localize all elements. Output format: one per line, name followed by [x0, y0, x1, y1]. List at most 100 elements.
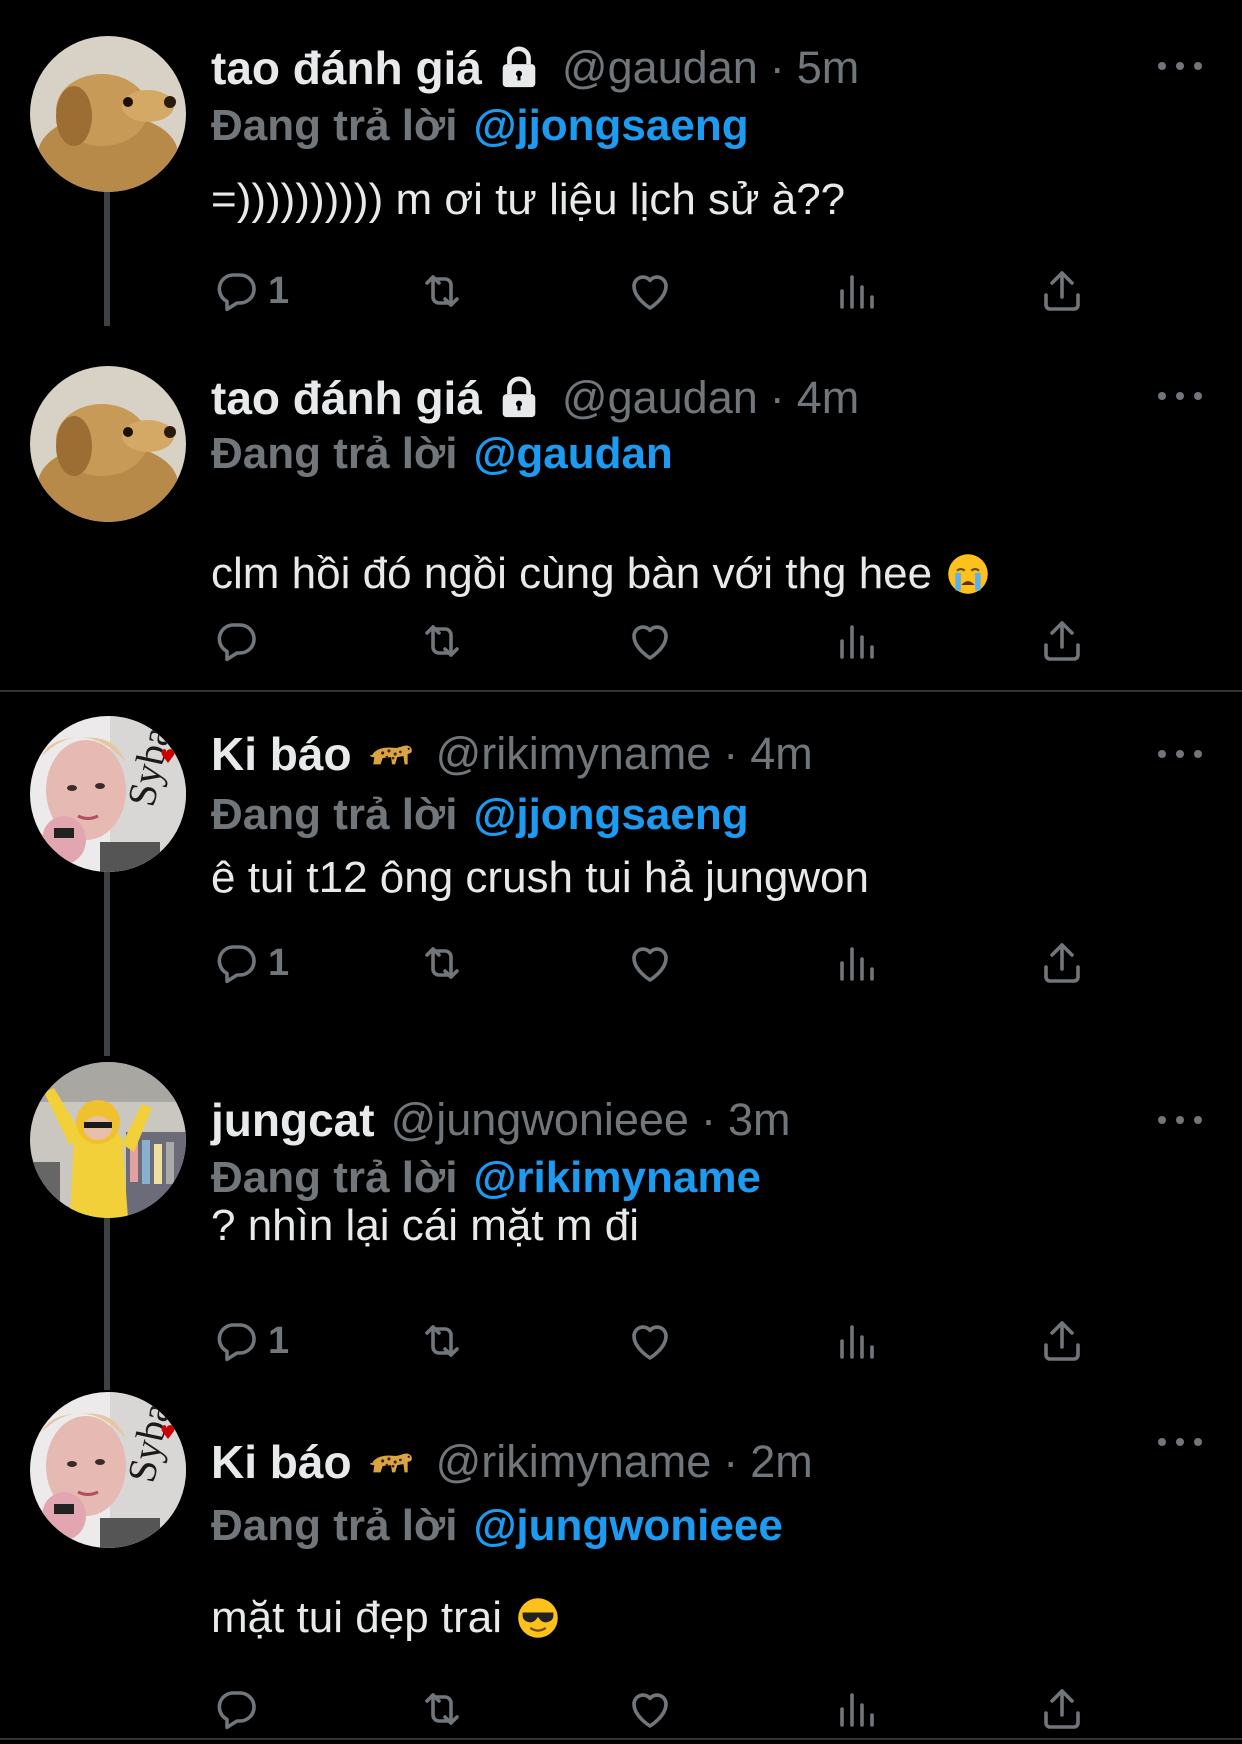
timestamp[interactable]: 4m [750, 728, 813, 780]
avatar[interactable] [30, 36, 186, 192]
views-icon [832, 267, 880, 315]
reply-button[interactable]: 1 [212, 938, 289, 988]
share-button[interactable] [1038, 938, 1086, 988]
timestamp[interactable]: 3m [728, 1094, 791, 1146]
reply-button[interactable]: 1 [212, 266, 289, 316]
views-button[interactable] [832, 616, 880, 666]
retweet-button[interactable] [418, 1316, 466, 1366]
tweet-body: ? nhìn lại cái mặt m đi [211, 1201, 639, 1250]
reply-button[interactable]: 1 [212, 1316, 289, 1366]
tweet-text: mặt tui đẹp trai [211, 1588, 560, 1648]
heart-icon [626, 267, 674, 315]
display-name[interactable]: tao đánh giá [211, 371, 482, 425]
views-button[interactable] [832, 938, 880, 988]
display-name[interactable]: tao đánh giá [211, 41, 482, 95]
tweet[interactable]: jungcat @jungwonieee · 3m Đang trả lời @… [0, 1062, 1242, 1392]
tweet[interactable]: tao đánh giá @gaudan · 4m Đang trả lời @… [0, 330, 1242, 690]
retweet-button[interactable] [418, 1684, 466, 1734]
user-handle[interactable]: @jungwonieee [391, 1094, 689, 1146]
replying-to: Đang trả lời @jjongsaeng [211, 787, 749, 843]
leopard-emoji-icon [366, 1446, 416, 1478]
reply-to-handle[interactable]: @jjongsaeng [473, 790, 748, 840]
tweet-header: tao đánh giá @gaudan · 5m [211, 40, 859, 96]
share-button[interactable] [1038, 616, 1086, 666]
retweet-icon [418, 617, 466, 665]
more-icon[interactable] [1158, 386, 1202, 406]
views-button[interactable] [832, 266, 880, 316]
tweet-text: ? nhìn lại cái mặt m đi [211, 1196, 639, 1256]
like-button[interactable] [626, 616, 674, 666]
timestamp[interactable]: 4m [797, 372, 860, 424]
views-icon [832, 939, 880, 987]
share-icon [1038, 617, 1086, 665]
separator-dot: · [723, 1436, 739, 1487]
avatar[interactable] [30, 1062, 186, 1218]
retweet-icon [418, 1685, 466, 1733]
timestamp[interactable]: 2m [750, 1436, 813, 1488]
like-button[interactable] [626, 1684, 674, 1734]
retweet-button[interactable] [418, 266, 466, 316]
like-button[interactable] [626, 938, 674, 988]
retweet-icon [418, 1317, 466, 1365]
share-button[interactable] [1038, 266, 1086, 316]
reply-prefix: Đang trả lời [211, 1501, 458, 1550]
reply-prefix: Đang trả lời [211, 790, 458, 839]
views-icon [832, 617, 880, 665]
display-name[interactable]: Ki báo [211, 1435, 352, 1489]
retweet-button[interactable] [418, 616, 466, 666]
reply-icon [212, 939, 260, 987]
more-icon[interactable] [1158, 1432, 1202, 1452]
share-button[interactable] [1038, 1316, 1086, 1366]
separator-dot: · [723, 728, 739, 779]
lock-icon [496, 375, 542, 421]
user-handle[interactable]: @rikimyname [436, 728, 712, 780]
tweet-actions: 1 [0, 266, 1242, 316]
views-button[interactable] [832, 1316, 880, 1366]
avatar[interactable]: Sybau [30, 716, 186, 872]
tweet[interactable]: tao đánh giá @gaudan · 5m Đang trả lời @… [0, 0, 1242, 330]
display-name[interactable]: Ki báo [211, 727, 352, 781]
reply-count: 1 [268, 1319, 290, 1362]
loudly-crying-face-icon [946, 552, 990, 596]
retweet-button[interactable] [418, 938, 466, 988]
tweet-body: ê tui t12 ông crush tui hả jungwon [211, 853, 870, 902]
reply-button[interactable] [212, 616, 268, 666]
more-icon[interactable] [1158, 1110, 1202, 1130]
separator-dot: · [769, 372, 785, 423]
reply-icon [212, 1685, 260, 1733]
reply-button[interactable] [212, 1684, 268, 1734]
views-icon [832, 1685, 880, 1733]
avatar[interactable]: Sybau [30, 1392, 186, 1548]
tweet[interactable]: Sybau Ki báo @rikimyname · 2m Đang trả l… [0, 1392, 1242, 1732]
share-button[interactable] [1038, 1684, 1086, 1734]
reply-icon [212, 617, 260, 665]
user-handle[interactable]: @gaudan [562, 372, 758, 424]
views-button[interactable] [832, 1684, 880, 1734]
retweet-icon [418, 939, 466, 987]
timestamp[interactable]: 5m [797, 42, 860, 94]
display-name[interactable]: jungcat [211, 1093, 375, 1147]
tweet-text: =)))))))))) m ơi tư liệu lịch sử à?? [211, 170, 845, 230]
reply-to-handle[interactable]: @jungwonieee [473, 1501, 782, 1551]
more-icon[interactable] [1158, 56, 1202, 76]
views-icon [832, 1317, 880, 1365]
like-button[interactable] [626, 1316, 674, 1366]
separator-dot: · [700, 1094, 716, 1145]
user-handle[interactable]: @rikimyname [436, 1436, 712, 1488]
heart-icon [626, 939, 674, 987]
more-icon[interactable] [1158, 744, 1202, 764]
separator-dot: · [769, 42, 785, 93]
reply-to-handle[interactable]: @gaudan [473, 429, 672, 479]
reply-to-handle[interactable]: @jjongsaeng [473, 101, 748, 151]
tweet-actions [0, 1684, 1242, 1734]
avatar[interactable] [30, 366, 186, 522]
tweet-header: jungcat @jungwonieee · 3m [211, 1092, 790, 1148]
tweet-header: Ki báo @rikimyname · 2m [211, 1434, 813, 1490]
tweet[interactable]: Sybau Ki báo @rikimyname · 4m Đang trả l… [0, 692, 1242, 1062]
tweet-body: =)))))))))) m ơi tư liệu lịch sử à?? [211, 175, 846, 224]
user-handle[interactable]: @gaudan [562, 42, 758, 94]
tweet-actions: 1 [0, 938, 1242, 988]
like-button[interactable] [626, 266, 674, 316]
replying-to: Đang trả lời @jungwonieee [211, 1498, 783, 1554]
reply-count: 1 [268, 269, 290, 312]
